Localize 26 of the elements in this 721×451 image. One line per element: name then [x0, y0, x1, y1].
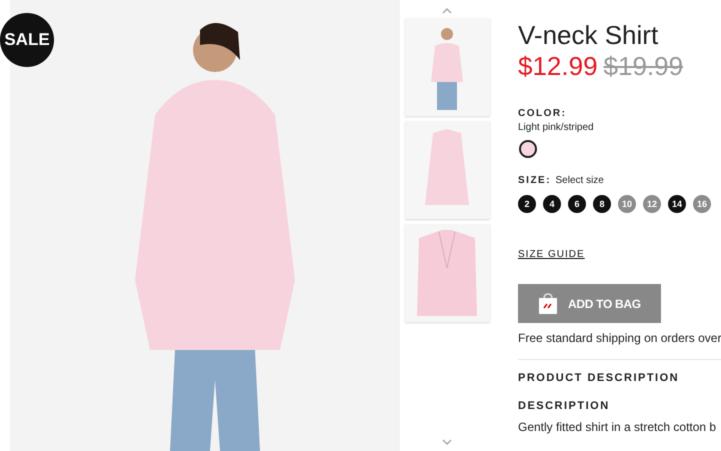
- shipping-note: Free standard shipping on orders over: [518, 331, 721, 345]
- size-guide-link[interactable]: SIZE GUIDE: [518, 249, 585, 260]
- sale-badge: SALE: [0, 13, 54, 67]
- size-option[interactable]: 6: [568, 195, 586, 213]
- description-text: Gently fitted shirt in a stretch cotton b: [518, 420, 718, 434]
- section-heading: PRODUCT DESCRIPTION: [518, 372, 680, 384]
- thumbnail[interactable]: [404, 224, 490, 322]
- size-hint: Select size: [556, 175, 604, 186]
- size-option[interactable]: 2: [518, 195, 536, 213]
- shopping-bag-icon: [538, 292, 558, 314]
- add-to-bag-button[interactable]: ADD TO BAG: [518, 284, 661, 323]
- chevron-down-icon[interactable]: [442, 439, 452, 445]
- product-title: V-neck Shirt: [518, 20, 660, 50]
- size-option[interactable]: 4: [543, 195, 561, 213]
- sale-price: $12.99: [518, 51, 598, 82]
- color-swatch[interactable]: [519, 140, 537, 158]
- size-label: SIZE:: [518, 175, 552, 186]
- description-heading: DESCRIPTION: [518, 400, 611, 412]
- color-name: Light pink/striped: [518, 122, 595, 133]
- thumbnail[interactable]: [404, 121, 490, 219]
- size-option[interactable]: 8: [593, 195, 611, 213]
- thumbnail[interactable]: [404, 18, 490, 116]
- chevron-up-icon[interactable]: [442, 8, 452, 14]
- size-option[interactable]: 14: [668, 195, 686, 213]
- original-price: $19.99: [604, 51, 684, 82]
- color-label: COLOR:: [518, 108, 568, 119]
